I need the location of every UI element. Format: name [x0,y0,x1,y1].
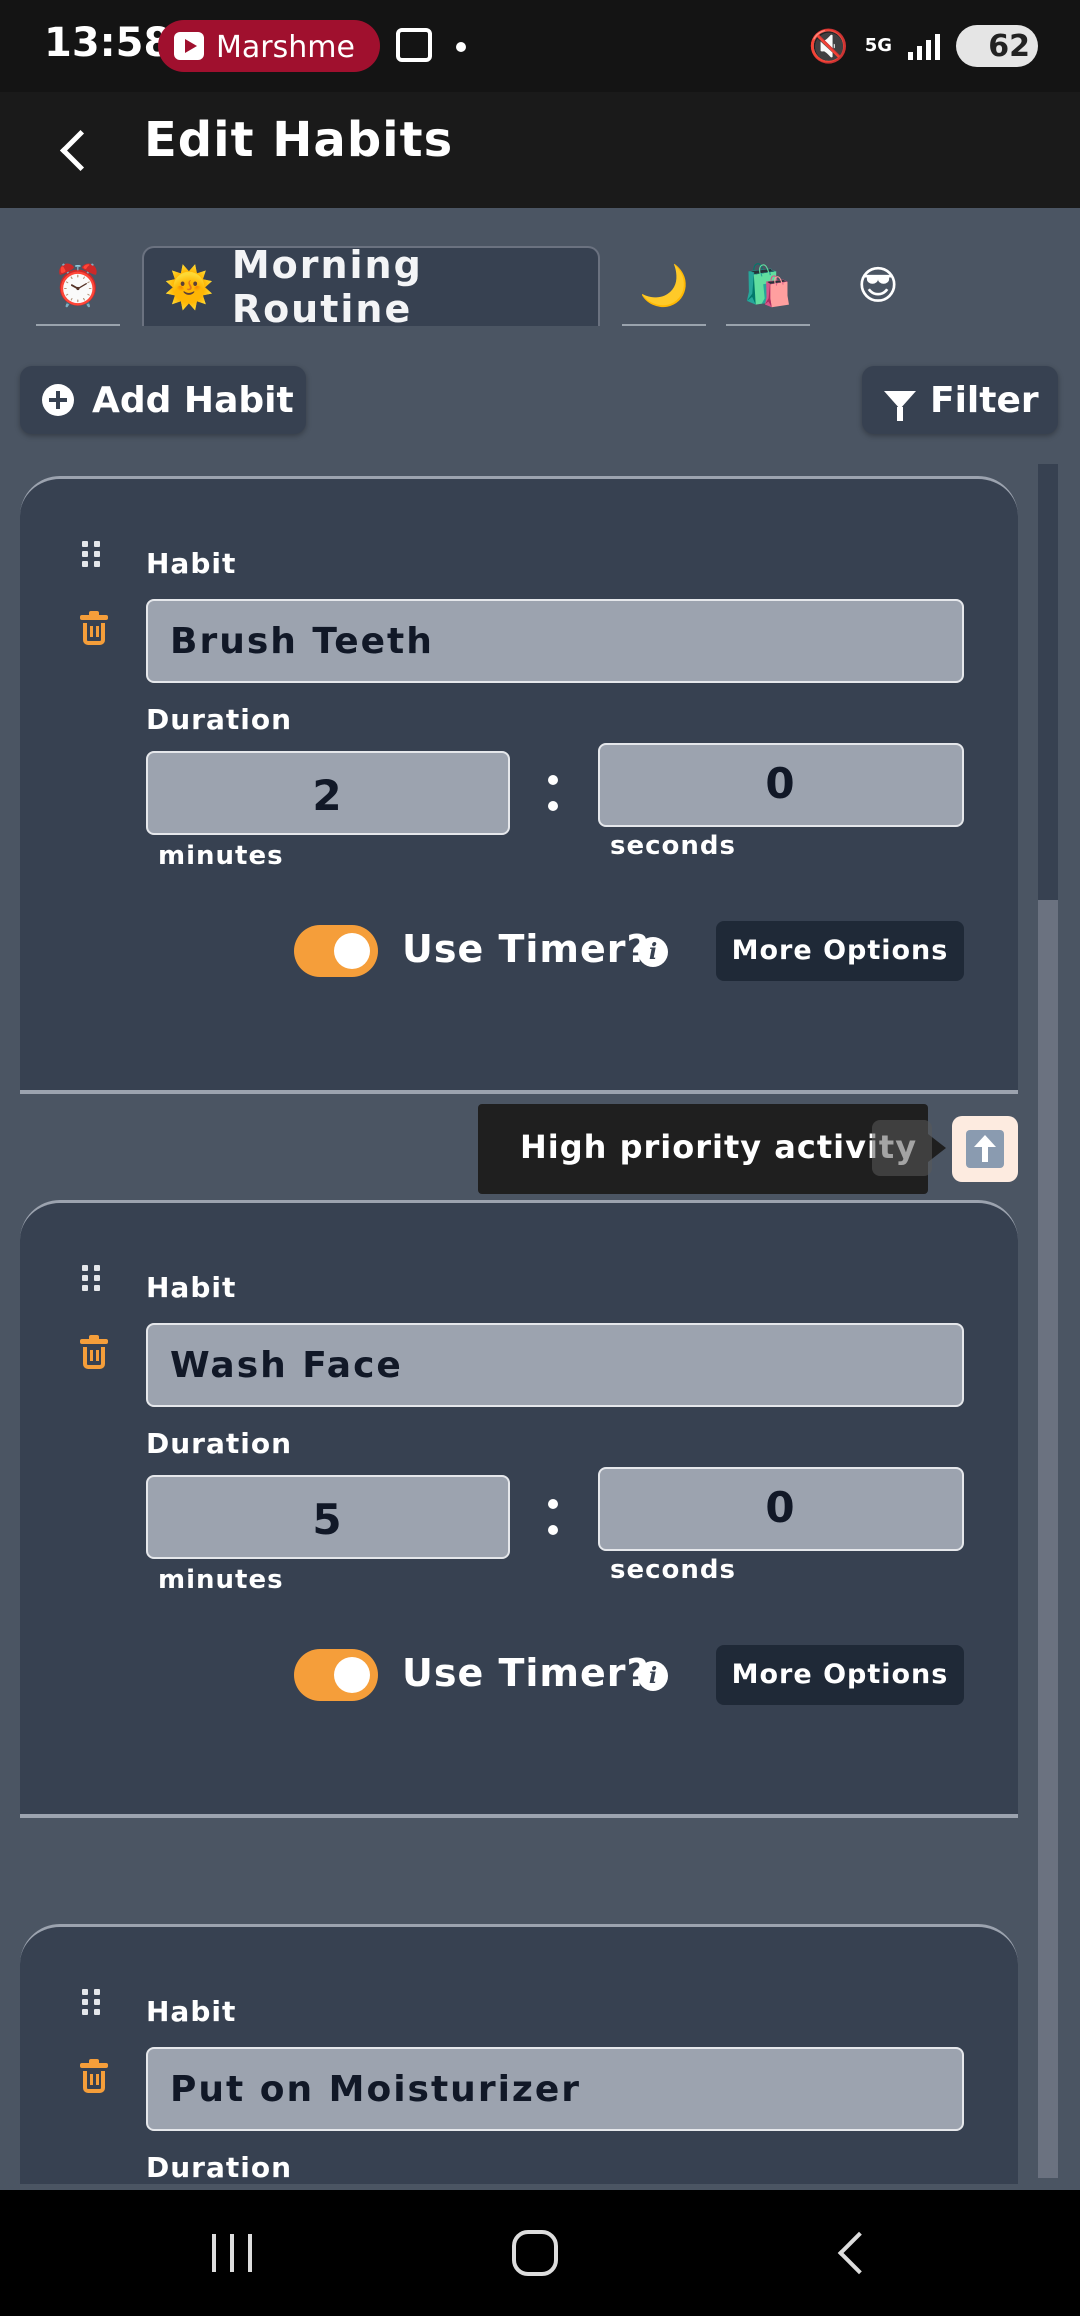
habit-card: Habit Put on Moisturizer Duration [20,1924,1018,2184]
minutes-input[interactable]: 2 [146,751,510,835]
info-icon[interactable]: i [638,937,668,967]
drag-handle-icon[interactable] [82,1989,102,2017]
habit-name-input[interactable]: Brush Teeth [146,599,964,683]
home-icon[interactable] [512,2230,558,2276]
app-bar: Edit Habits [0,92,1080,208]
seconds-label: seconds [610,831,736,861]
habit-label: Habit [146,547,237,580]
status-bar: 13:58 Marshme 🔇 5G 62 [0,0,1080,92]
tab-label: Morning Routine [231,243,423,331]
tab-alarm[interactable]: ⏰ [36,246,120,326]
priority-tooltip: High priority activity [478,1104,946,1194]
play-icon [174,32,204,60]
seconds-label: seconds [610,1555,736,1585]
nav-back-icon[interactable] [830,2230,876,2276]
time-separator [548,775,558,815]
habit-label: Habit [146,1995,237,2028]
back-arrow-icon[interactable] [56,122,112,178]
network-type: 5G [864,35,892,56]
use-timer-toggle[interactable] [294,1649,378,1701]
filter-label: Filter [930,379,1039,421]
system-nav-bar [0,2190,1080,2316]
scrollbar-thumb[interactable] [1038,464,1058,900]
recent-apps-icon[interactable] [212,2234,254,2272]
use-timer-label: Use Timer? [402,1651,650,1695]
use-timer-label: Use Timer? [402,927,650,971]
signal-icon [908,32,940,60]
moon-icon: 🌙 [639,262,689,309]
filter-icon [884,391,916,421]
trash-icon[interactable] [80,611,108,647]
routine-tabs: ⏰ 🌞 Morning Routine 🌙 🛍️ 😎 [36,243,1036,331]
drag-handle-icon[interactable] [82,1265,102,1293]
time-separator [548,1499,558,1539]
up-arrow-icon [966,1130,1004,1168]
tab-cool[interactable]: 😎 [836,246,920,326]
media-pill[interactable]: Marshme [158,20,380,72]
seconds-input[interactable]: 0 [598,1467,964,1551]
habit-name-input[interactable]: Put on Moisturizer [146,2047,964,2131]
minutes-input[interactable]: 5 [146,1475,510,1559]
trash-icon[interactable] [80,2059,108,2095]
tab-shopping[interactable]: 🛍️ [726,246,810,326]
screenshot-icon [396,28,432,62]
filter-button[interactable]: Filter [862,366,1058,434]
battery-icon: 62 [956,25,1038,67]
add-habit-label: Add Habit [92,379,294,421]
minutes-label: minutes [158,1565,284,1595]
notification-dot-icon [456,42,466,52]
habit-card: Habit Wash Face Duration 5 0 minutes sec… [20,1200,1018,1818]
info-icon[interactable]: i [638,1661,668,1691]
minutes-label: minutes [158,841,284,871]
drag-handle-icon[interactable] [82,541,102,569]
sunglasses-face-icon: 😎 [857,263,899,309]
edit-icon[interactable] [872,1120,932,1176]
duration-label: Duration [146,1427,293,1460]
duration-label: Duration [146,703,293,736]
habit-card: Habit Brush Teeth Duration 2 0 minutes s… [20,476,1018,1094]
plus-circle-icon [42,384,74,416]
page-title: Edit Habits [144,112,454,168]
use-timer-toggle[interactable] [294,925,378,977]
sun-icon: 🌞 [164,264,214,311]
mute-icon: 🔇 [808,27,849,65]
media-pill-label: Marshme [216,30,355,65]
add-habit-button[interactable]: Add Habit [20,366,306,434]
habit-name-input[interactable]: Wash Face [146,1323,964,1407]
status-indicators: 🔇 5G 62 [809,24,1038,68]
alarm-clock-icon: ⏰ [53,262,103,309]
habit-label: Habit [146,1271,237,1304]
status-time: 13:58 [44,20,172,66]
high-priority-button[interactable] [952,1116,1018,1182]
more-options-button[interactable]: More Options [716,1645,964,1705]
more-options-button[interactable]: More Options [716,921,964,981]
trash-icon[interactable] [80,1335,108,1371]
seconds-input[interactable]: 0 [598,743,964,827]
tab-morning-routine[interactable]: 🌞 Morning Routine [142,243,600,331]
shopping-bags-icon: 🛍️ [743,262,793,309]
tab-night[interactable]: 🌙 [622,246,706,326]
duration-label: Duration [146,2151,293,2184]
